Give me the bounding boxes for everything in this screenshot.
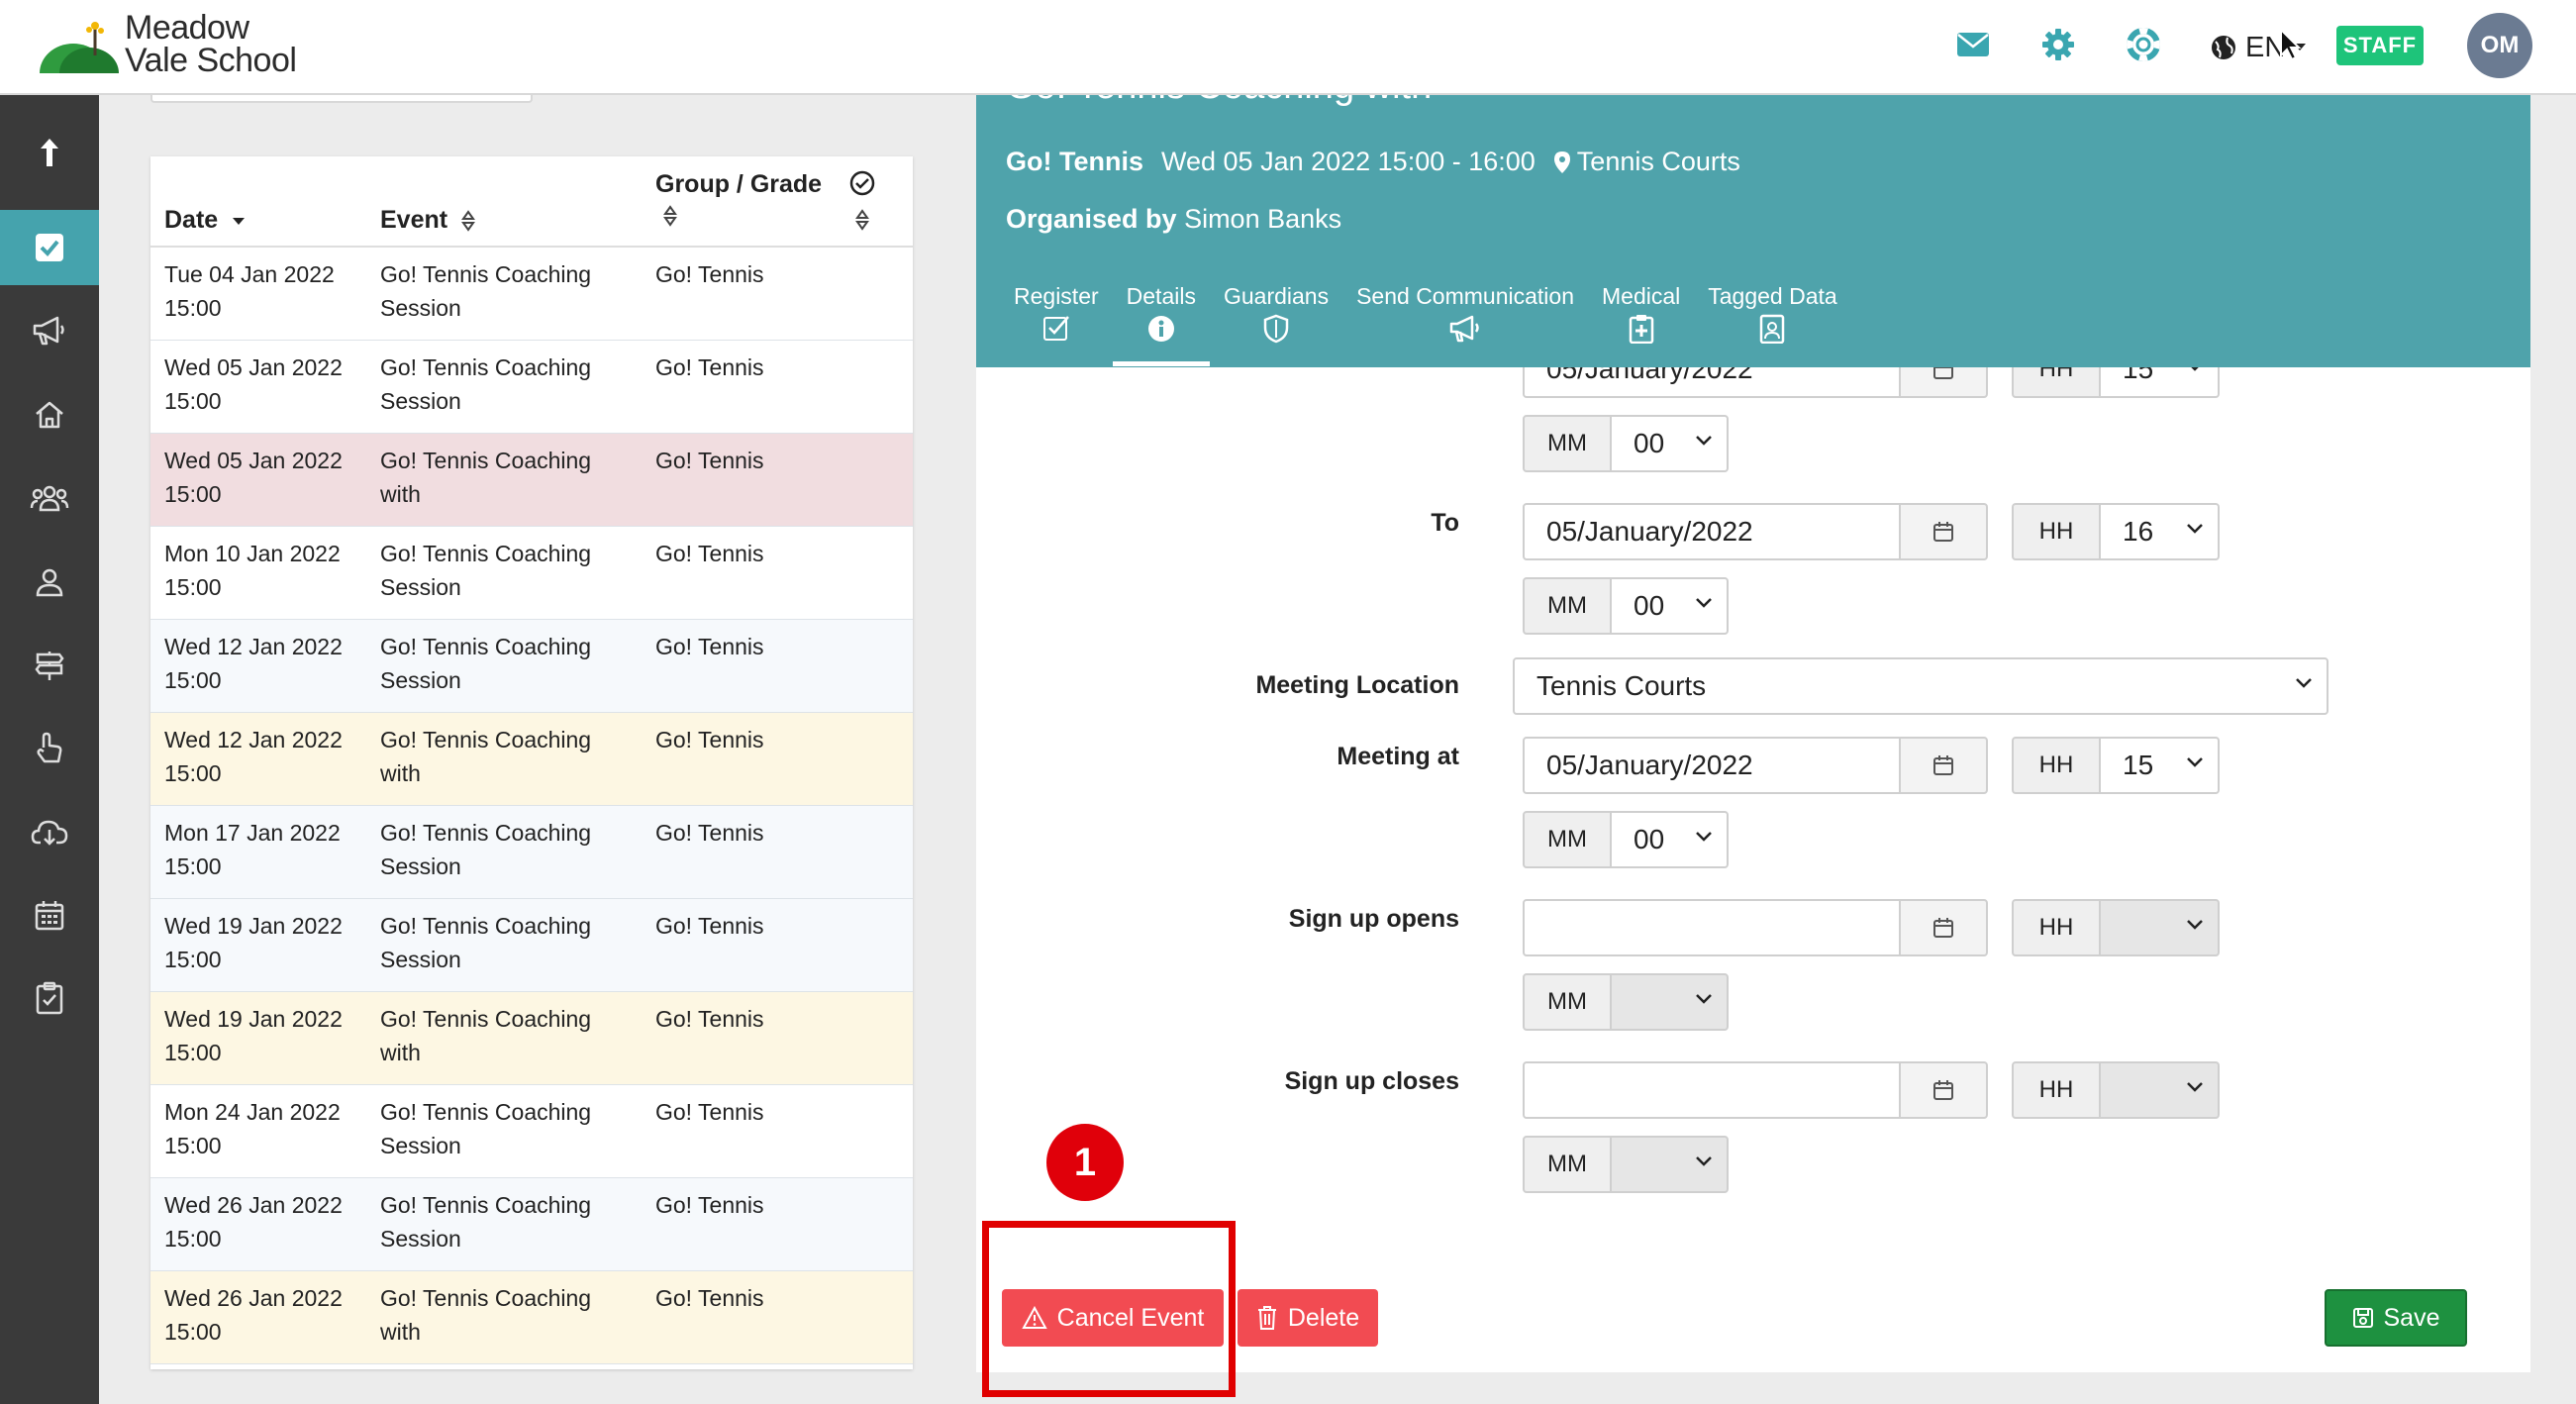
tab-tagged-data[interactable]: Tagged Data (1694, 283, 1850, 362)
save-label: Save (2383, 1303, 2440, 1332)
signup-closes-hh-label: HH (2012, 1061, 2101, 1119)
event-datetime: Wed 05 Jan 2022 15:00 - 16:00 (1161, 147, 1536, 176)
chevron-down-icon (1696, 832, 1712, 842)
to-hh-label: HH (2012, 503, 2101, 560)
to-minute-select[interactable]: 00 (1610, 577, 1729, 635)
to-label: To (1431, 509, 1459, 537)
signup-closes-label: Sign up closes (1284, 1067, 1459, 1095)
signup-opens-date-input[interactable] (1523, 899, 1903, 956)
checkbox-icon (1042, 316, 1069, 341)
chevron-down-icon (2187, 1082, 2203, 1092)
meeting-mm-label: MM (1523, 811, 1612, 868)
signup-closes-mm-label: MM (1523, 1136, 1612, 1193)
chevron-down-icon (1696, 436, 1712, 446)
meeting-calendar-button[interactable] (1899, 737, 1988, 794)
tab-guardians[interactable]: Guardians (1210, 283, 1342, 362)
school-name-line1: Meadow (125, 9, 249, 47)
tab-register[interactable]: Register (1000, 283, 1113, 362)
event-group: Go! Tennis (1006, 147, 1143, 176)
save-icon (2352, 1308, 2373, 1328)
chevron-down-icon (2296, 678, 2312, 688)
medical-clipboard-icon (1629, 315, 1653, 344)
trash-icon (1257, 1306, 1276, 1330)
signup-opens-minute-select[interactable] (1610, 973, 1729, 1031)
info-icon (1147, 316, 1174, 342)
delete-label: Delete (1287, 1303, 1360, 1332)
delete-button[interactable]: Delete (1238, 1289, 1378, 1347)
to-date-input[interactable]: 05/January/2022 (1523, 503, 1903, 560)
chevron-down-icon (1696, 1156, 1712, 1166)
calendar-icon (1933, 522, 1953, 542)
shield-icon (1263, 314, 1289, 344)
signup-closes-date-input[interactable] (1523, 1061, 1903, 1119)
calendar-icon (1933, 918, 1953, 938)
organiser-name[interactable]: Simon Banks (1184, 204, 1341, 234)
meeting-location-label: Meeting Location (1255, 671, 1459, 699)
meeting-location-select[interactable]: Tennis Courts (1513, 657, 2328, 715)
chevron-down-icon (1696, 598, 1712, 608)
chevron-down-icon (2187, 524, 2203, 534)
mail-icon[interactable] (1950, 22, 1996, 67)
tagged-document-icon (1760, 314, 1785, 344)
signup-closes-calendar-button[interactable] (1899, 1061, 1988, 1119)
lifebuoy-icon[interactable] (2121, 22, 2166, 67)
megaphone-icon (1449, 315, 1479, 343)
to-hour-select[interactable]: 16 (2099, 503, 2220, 560)
chevron-down-icon (2187, 920, 2203, 930)
signup-closes-hour-select[interactable] (2099, 1061, 2220, 1119)
event-tabs: Register Details Guardians Send Communic… (1000, 283, 1851, 366)
top-bar: Meadow Vale School EN STAFF OM (0, 0, 2576, 95)
map-pin-icon (1553, 150, 1570, 173)
staff-badge: STAFF (2336, 26, 2424, 65)
tab-medical[interactable]: Medical (1588, 283, 1694, 362)
tab-send-communication[interactable]: Send Communication (1342, 283, 1588, 362)
calendar-icon (1933, 755, 1953, 775)
meeting-date-input[interactable]: 05/January/2022 (1523, 737, 1903, 794)
mouse-cursor-icon (2280, 28, 2302, 61)
globe-icon (2212, 36, 2235, 59)
event-location: Tennis Courts (1576, 147, 1740, 176)
calendar-icon (1933, 1080, 1953, 1100)
school-name-line2: Vale School (125, 42, 297, 79)
avatar[interactable]: OM (2467, 13, 2532, 78)
save-button[interactable]: Save (2325, 1289, 2467, 1347)
chevron-down-icon (2187, 757, 2203, 767)
meeting-minute-select[interactable]: 00 (1610, 811, 1729, 868)
signup-opens-hh-label: HH (2012, 899, 2101, 956)
signup-opens-label: Sign up opens (1288, 905, 1459, 933)
step-badge: 1 (1046, 1124, 1124, 1201)
event-header: Go! Tennis Coaching with Go! Tennis Wed … (976, 65, 2530, 367)
signup-opens-mm-label: MM (1523, 973, 1612, 1031)
from-mm-label: MM (1523, 415, 1612, 472)
school-logo[interactable]: Meadow Vale School (38, 9, 315, 79)
signup-opens-hour-select[interactable] (2099, 899, 2220, 956)
gear-icon[interactable] (2035, 22, 2081, 67)
chevron-down-icon (1696, 994, 1712, 1004)
organised-by-label: Organised by (1006, 204, 1177, 234)
school-logo-icon (40, 22, 119, 73)
signup-opens-calendar-button[interactable] (1899, 899, 1988, 956)
meeting-hh-label: HH (2012, 737, 2101, 794)
meeting-at-label: Meeting at (1337, 743, 1459, 770)
to-mm-label: MM (1523, 577, 1612, 635)
tab-details[interactable]: Details (1112, 283, 1211, 366)
signup-closes-minute-select[interactable] (1610, 1136, 1729, 1193)
highlight-box (982, 1221, 1236, 1397)
meeting-hour-select[interactable]: 15 (2099, 737, 2220, 794)
to-calendar-button[interactable] (1899, 503, 1988, 560)
from-minute-select[interactable]: 00 (1610, 415, 1729, 472)
